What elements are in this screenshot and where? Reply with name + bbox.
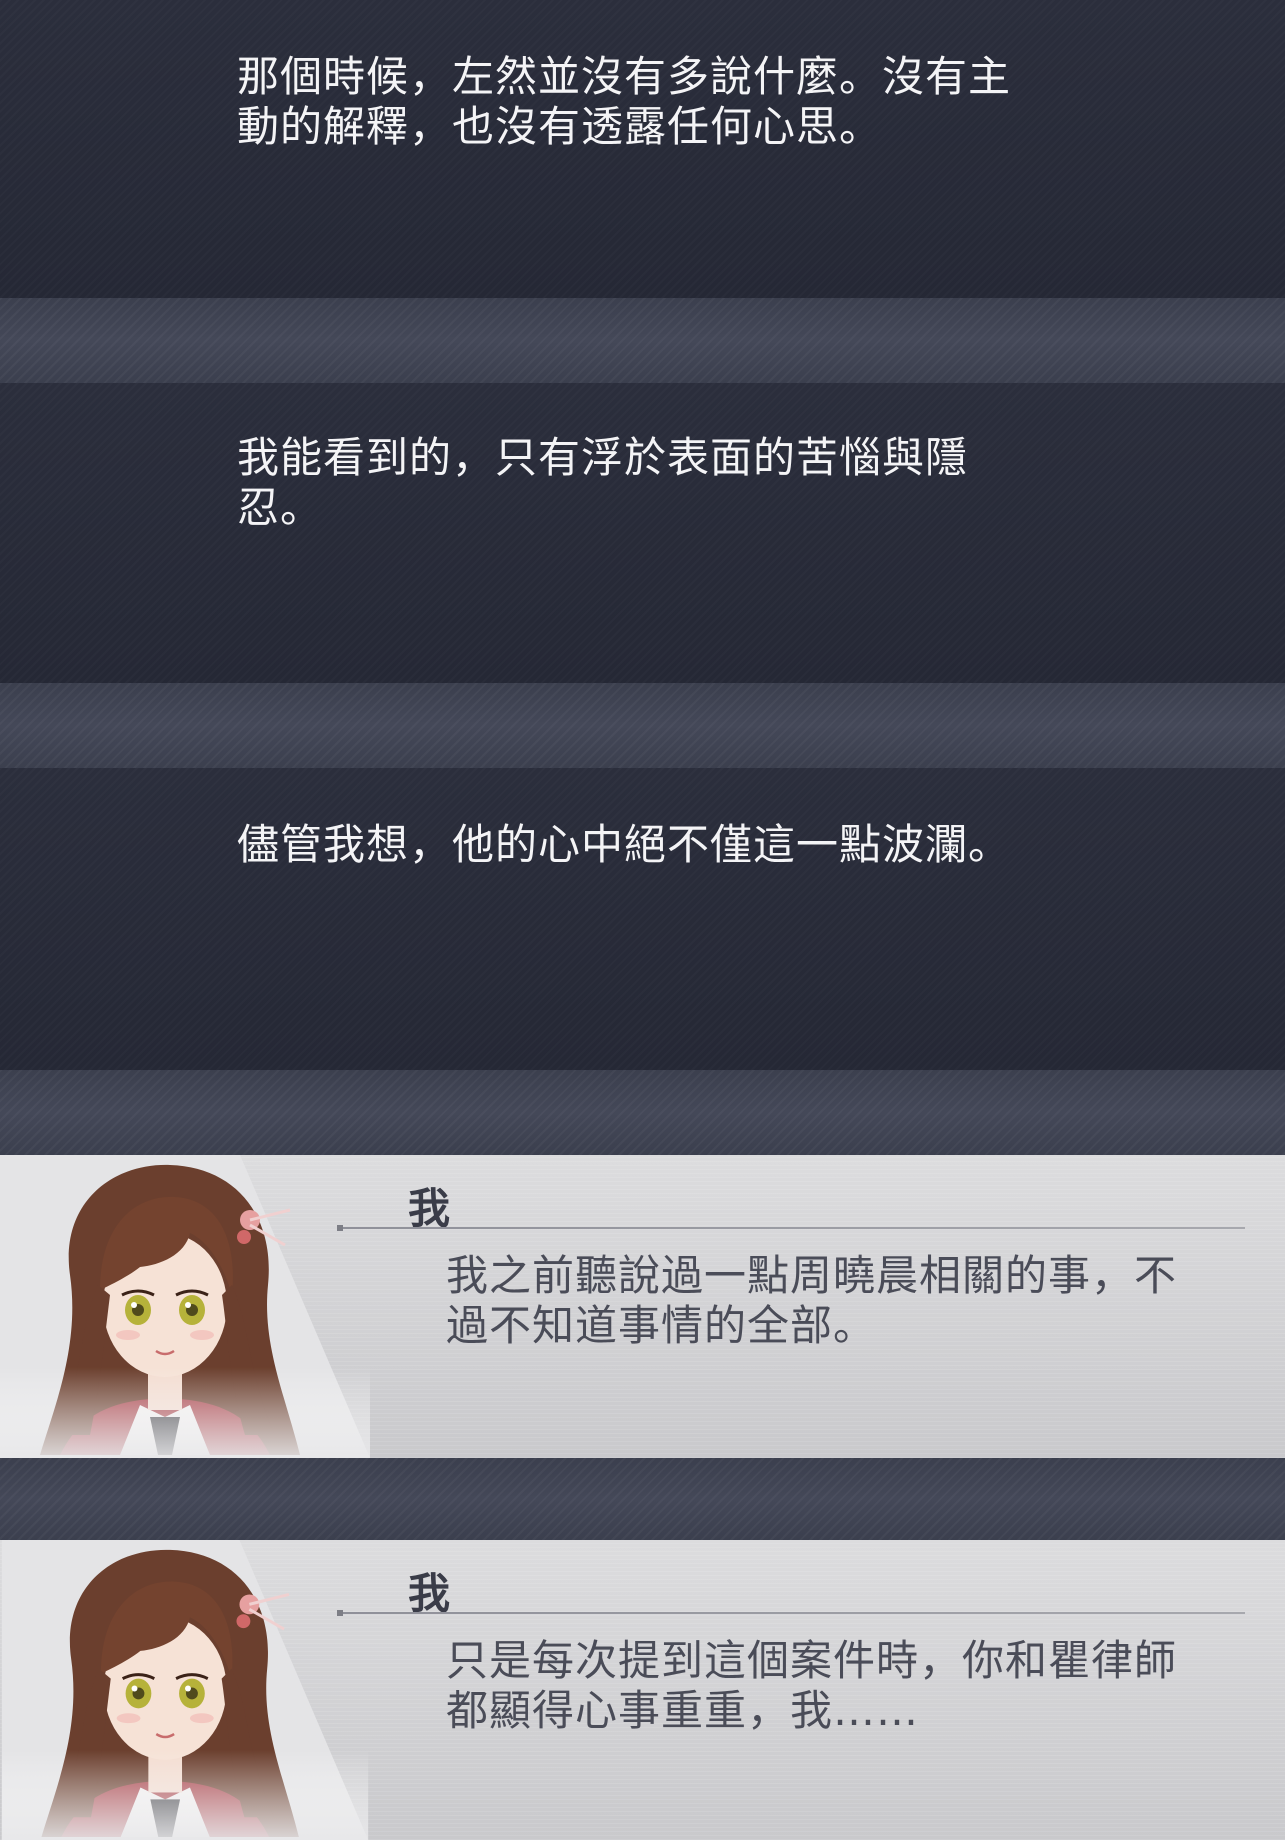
character-portrait xyxy=(0,1155,370,1458)
narration-line: 動的解釋，也沒有透露任何心思。 xyxy=(237,102,883,151)
narration-line: 忍。 xyxy=(237,483,324,532)
story-log[interactable]: 那個時候，左然並沒有多說什麼。沒有主 動的解釋，也沒有透露任何心思。 我能看到的… xyxy=(0,0,1285,1840)
entry-separator xyxy=(0,298,1285,383)
entry-separator xyxy=(0,1458,1285,1540)
entry-separator xyxy=(0,683,1285,768)
dialogue-line: 過不知道事情的全部。 xyxy=(446,1301,877,1350)
narration-entry: 儘管我想，他的心中絕不僅這一點波瀾。 xyxy=(0,768,1285,1070)
dialogue-entry: 我 只是每次提到這個案件時，你和瞿律師 都顯得心事重重，我…… xyxy=(0,1540,1285,1840)
narration-line: 儘管我想，他的心中絕不僅這一點波瀾。 xyxy=(237,820,1012,869)
character-portrait xyxy=(0,1540,370,1840)
speaker-divider xyxy=(337,1225,1245,1231)
speaker-divider xyxy=(337,1610,1245,1616)
dialogue-text: 我之前聽說過一點周曉晨相關的事，不 過不知道事情的全部。 xyxy=(446,1251,1206,1351)
entry-separator xyxy=(0,1070,1285,1155)
narration-entry: 我能看到的，只有浮於表面的苦惱與隱 忍。 xyxy=(0,383,1285,683)
dialogue-entry: 我 我之前聽說過一點周曉晨相關的事，不 過不知道事情的全部。 xyxy=(0,1155,1285,1458)
narration-line: 那個時候，左然並沒有多說什麼。沒有主 xyxy=(237,52,1012,101)
narration-entry: 那個時候，左然並沒有多說什麼。沒有主 動的解釋，也沒有透露任何心思。 xyxy=(0,0,1285,298)
dialogue-line: 我之前聽說過一點周曉晨相關的事，不 xyxy=(446,1251,1178,1300)
dialogue-line: 只是每次提到這個案件時，你和瞿律師 xyxy=(446,1636,1178,1685)
dialogue-text: 只是每次提到這個案件時，你和瞿律師 都顯得心事重重，我…… xyxy=(446,1636,1206,1736)
narration-line: 我能看到的，只有浮於表面的苦惱與隱 xyxy=(237,433,969,482)
dialogue-line: 都顯得心事重重，我…… xyxy=(446,1686,920,1735)
